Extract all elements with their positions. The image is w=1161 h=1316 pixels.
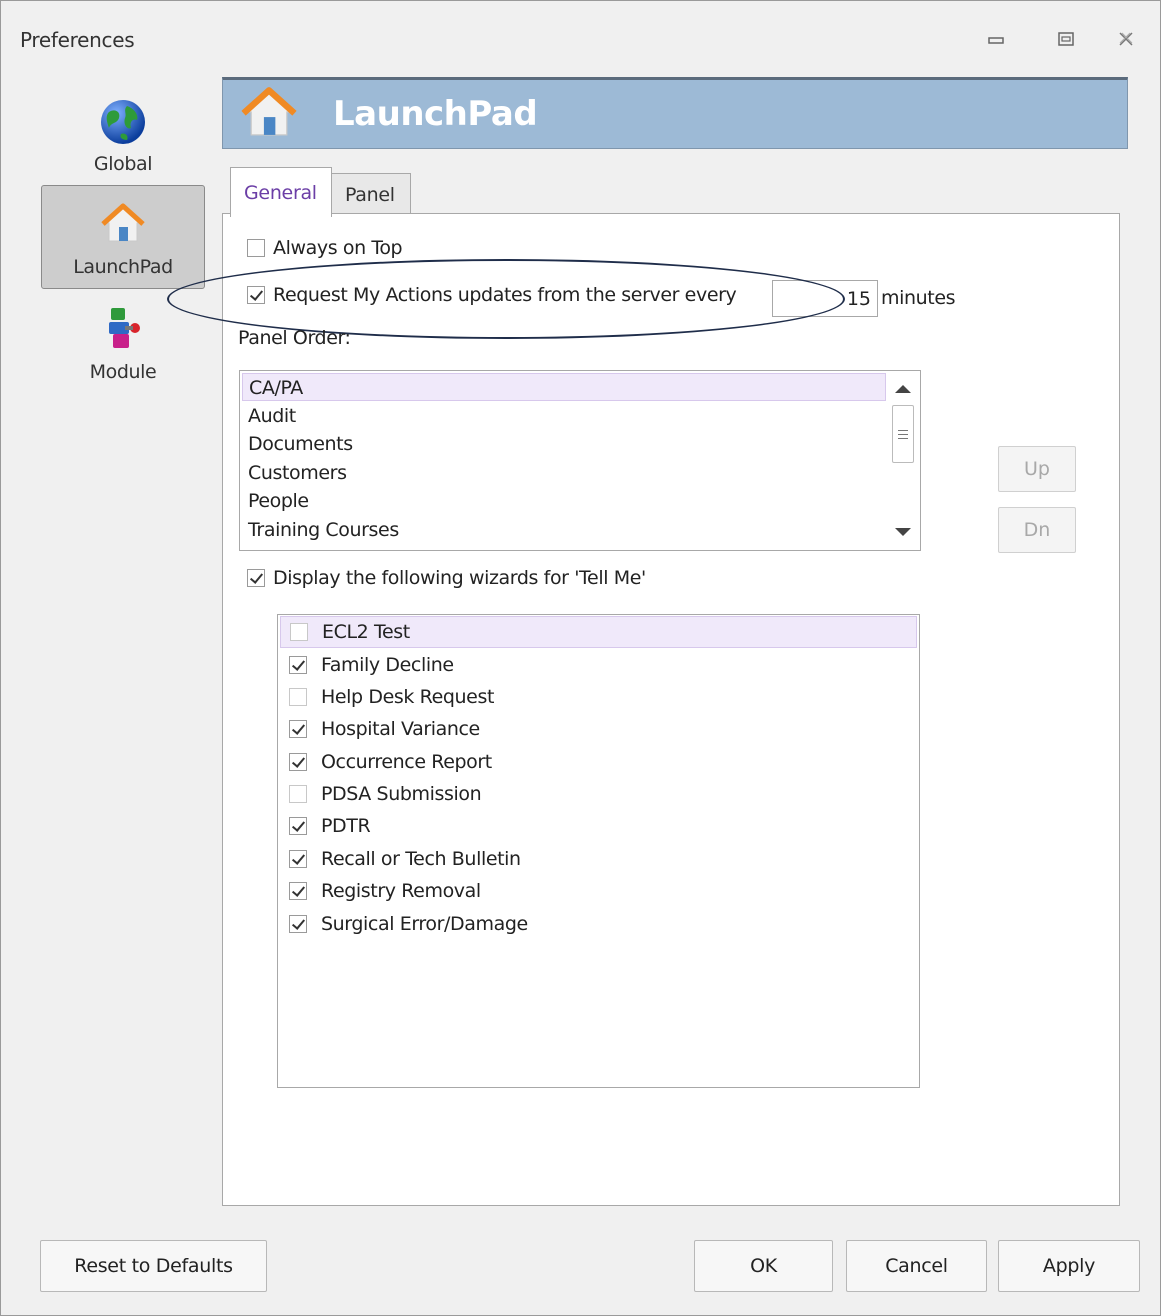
wizard-checkbox[interactable]	[289, 915, 307, 933]
wizard-label: Help Desk Request	[321, 686, 494, 708]
scroll-thumb[interactable]	[892, 405, 914, 463]
panel-order-label: Panel Order:	[238, 327, 351, 349]
wizard-item-hospital-variance[interactable]: Hospital Variance	[280, 713, 917, 745]
wizard-label: Family Decline	[321, 654, 454, 676]
window-title: Preferences	[20, 28, 135, 52]
wizards-list[interactable]: ECL2 Test Family Decline Help Desk Reque…	[277, 614, 920, 1088]
minimize-icon[interactable]	[981, 23, 1011, 55]
scroll-up-arrow-icon[interactable]	[895, 385, 911, 393]
tab-general[interactable]: General	[230, 167, 332, 217]
wizard-label: Surgical Error/Damage	[321, 913, 528, 935]
update-interval-input[interactable]	[772, 280, 878, 317]
nav-label-module: Module	[89, 361, 157, 383]
wizard-checkbox[interactable]	[289, 817, 307, 835]
request-updates-checkbox[interactable]	[247, 286, 265, 304]
wizard-checkbox[interactable]	[290, 623, 308, 641]
wizard-checkbox[interactable]	[289, 753, 307, 771]
ok-button[interactable]: OK	[694, 1240, 833, 1292]
house-icon	[101, 201, 145, 249]
globe-icon	[99, 98, 147, 150]
wizard-checkbox[interactable]	[289, 850, 307, 868]
header-banner: LaunchPad	[222, 77, 1128, 149]
wizard-checkbox[interactable]	[289, 882, 307, 900]
close-icon[interactable]	[1111, 23, 1141, 55]
always-on-top-row[interactable]: Always on Top	[247, 237, 403, 259]
wizard-item-registry-removal[interactable]: Registry Removal	[280, 875, 917, 907]
list-item[interactable]: Documents	[242, 430, 886, 458]
preferences-window: Preferences Global LaunchPad Module Laun…	[0, 0, 1161, 1316]
wizard-label: ECL2 Test	[322, 621, 410, 643]
nav-item-module[interactable]: Module	[41, 291, 205, 395]
wizard-checkbox[interactable]	[289, 720, 307, 738]
scroll-down-arrow-icon[interactable]	[895, 528, 911, 536]
wizard-item-pdtr[interactable]: PDTR	[280, 810, 917, 842]
banner-title: LaunchPad	[333, 94, 538, 134]
wizard-item-help-desk-request[interactable]: Help Desk Request	[280, 681, 917, 713]
wizard-checkbox[interactable]	[289, 656, 307, 674]
house-icon	[241, 84, 297, 144]
module-icon	[103, 306, 143, 356]
wizard-checkbox[interactable]	[289, 785, 307, 803]
move-up-button[interactable]: Up	[998, 446, 1076, 492]
request-updates-label: Request My Actions updates from the serv…	[273, 284, 737, 306]
wizard-checkbox[interactable]	[289, 688, 307, 706]
wizard-item-family-decline[interactable]: Family Decline	[280, 649, 917, 681]
display-wizards-label: Display the following wizards for 'Tell …	[273, 567, 646, 589]
wizard-label: Hospital Variance	[321, 718, 480, 740]
list-item[interactable]: Training Courses	[242, 516, 886, 544]
tab-panel[interactable]: Panel	[331, 173, 411, 215]
wizard-label: PDTR	[321, 815, 371, 837]
cancel-button[interactable]: Cancel	[846, 1240, 987, 1292]
reset-to-defaults-button[interactable]: Reset to Defaults	[40, 1240, 267, 1292]
list-item[interactable]: Customers	[242, 459, 886, 487]
panel-order-scrollbar[interactable]	[886, 371, 920, 550]
nav-item-global[interactable]: Global	[41, 83, 205, 187]
wizard-label: PDSA Submission	[321, 783, 482, 805]
minutes-label: minutes	[881, 287, 956, 309]
list-item[interactable]: People	[242, 487, 886, 515]
wizard-item-pdsa-submission[interactable]: PDSA Submission	[280, 778, 917, 810]
nav-label-launchpad: LaunchPad	[73, 256, 173, 278]
wizard-item-ecl2-test[interactable]: ECL2 Test	[280, 616, 917, 648]
panel-order-list[interactable]: CA/PA Audit Documents Customers People T…	[239, 370, 921, 551]
wizard-item-recall-or-tech-bulletin[interactable]: Recall or Tech Bulletin	[280, 843, 917, 875]
apply-button[interactable]: Apply	[998, 1240, 1140, 1292]
request-updates-row[interactable]: Request My Actions updates from the serv…	[247, 284, 737, 306]
list-item[interactable]: Audit	[242, 402, 886, 430]
wizard-label: Recall or Tech Bulletin	[321, 848, 521, 870]
nav-item-launchpad[interactable]: LaunchPad	[41, 185, 205, 289]
title-bar: Preferences	[1, 1, 1160, 73]
nav-label-global: Global	[93, 153, 153, 175]
display-wizards-row[interactable]: Display the following wizards for 'Tell …	[247, 567, 646, 589]
always-on-top-checkbox[interactable]	[247, 239, 265, 257]
list-item[interactable]: CA/PA	[242, 373, 886, 401]
wizard-label: Occurrence Report	[321, 751, 492, 773]
wizard-item-surgical-error-damage[interactable]: Surgical Error/Damage	[280, 908, 917, 940]
maximize-icon[interactable]	[1051, 23, 1081, 55]
always-on-top-label: Always on Top	[273, 237, 403, 259]
wizard-item-occurrence-report[interactable]: Occurrence Report	[280, 746, 917, 778]
move-down-button[interactable]: Dn	[998, 507, 1076, 553]
wizard-label: Registry Removal	[321, 880, 481, 902]
display-wizards-checkbox[interactable]	[247, 569, 265, 587]
